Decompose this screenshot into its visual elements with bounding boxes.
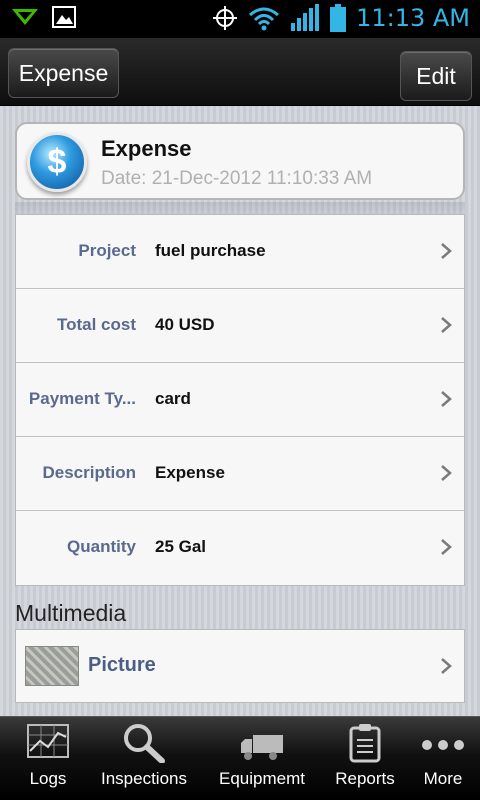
field-value: fuel purchase xyxy=(155,241,266,260)
field-row-quantity[interactable]: Quantity 25 Gal xyxy=(16,511,464,585)
field-label: Project xyxy=(78,241,136,260)
field-row-payment-type[interactable]: Payment Ty... card xyxy=(16,363,464,437)
tab-label: Reports xyxy=(335,769,395,788)
header-title: Expense xyxy=(101,136,192,161)
field-value: Expense xyxy=(155,463,225,482)
edit-button[interactable]: Edit xyxy=(400,51,472,101)
chevron-right-icon xyxy=(441,658,452,674)
logs-chart-icon xyxy=(27,724,69,758)
field-label: Quantity xyxy=(67,537,136,556)
gps-icon xyxy=(213,6,238,30)
field-list: Project fuel purchase Total cost 40 USD … xyxy=(15,214,465,586)
media-item-picture[interactable]: Picture xyxy=(15,629,465,703)
tab-label: Equipmemt xyxy=(219,769,305,788)
gallery-notification-icon xyxy=(52,6,76,28)
dollar-icon: $ xyxy=(27,132,87,192)
field-label: Total cost xyxy=(56,315,136,334)
chevron-right-icon xyxy=(441,243,452,259)
truck-icon xyxy=(241,735,283,760)
tab-inspections[interactable]: Inspections xyxy=(96,717,192,800)
chevron-right-icon xyxy=(441,317,452,333)
back-button[interactable]: Expense xyxy=(8,48,119,98)
content-area: $ Expense Date: 21-Dec-2012 11:10:33 AM … xyxy=(0,106,480,716)
clipboard-icon xyxy=(349,724,381,763)
field-label: Description xyxy=(42,463,136,482)
chevron-right-icon xyxy=(441,465,452,481)
signal-icon xyxy=(291,4,320,31)
chevron-right-icon xyxy=(441,391,452,407)
status-time: 11:13 AM xyxy=(356,4,470,32)
expense-header-card: $ Expense Date: 21-Dec-2012 11:10:33 AM xyxy=(15,122,465,200)
send-notification-icon xyxy=(12,9,38,25)
action-bar: Expense Edit xyxy=(0,38,480,106)
tab-label: Inspections xyxy=(101,769,187,788)
field-value: 40 USD xyxy=(155,315,215,334)
wifi-icon xyxy=(249,7,280,31)
picture-thumbnail xyxy=(25,646,79,686)
status-bar: 11:13 AM xyxy=(0,0,480,38)
tab-label: More xyxy=(423,769,463,788)
tab-equipment[interactable]: Equipmemt xyxy=(192,717,332,800)
battery-icon xyxy=(330,4,347,32)
field-row-description[interactable]: Description Expense xyxy=(16,437,464,511)
chevron-right-icon xyxy=(441,539,452,555)
field-row-total-cost[interactable]: Total cost 40 USD xyxy=(16,289,464,363)
multimedia-section-title: Multimedia xyxy=(15,600,127,626)
field-value: 25 Gal xyxy=(155,537,207,556)
header-date: Date: 21-Dec-2012 11:10:33 AM xyxy=(101,168,373,189)
tab-more[interactable]: More xyxy=(406,717,480,800)
more-dots-icon xyxy=(422,740,464,750)
tab-label: Logs xyxy=(29,769,67,788)
tab-reports[interactable]: Reports xyxy=(320,717,410,800)
bottom-tab-bar: Logs Inspections Equipmemt Reports More xyxy=(0,716,480,800)
tab-logs[interactable]: Logs xyxy=(0,717,96,800)
media-item-label: Picture xyxy=(88,654,156,676)
field-row-project[interactable]: Project fuel purchase xyxy=(16,215,464,289)
field-value: card xyxy=(155,389,191,408)
field-label: Payment Ty... xyxy=(28,389,136,408)
magnifier-icon xyxy=(124,724,165,763)
